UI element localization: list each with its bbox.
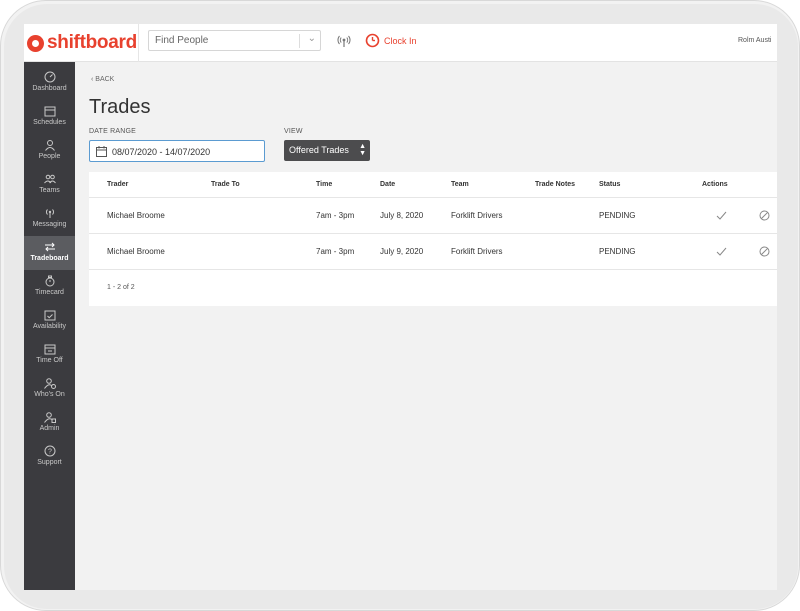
approve-check-icon[interactable] [716, 246, 727, 257]
sidebar-item-label: Who's On [34, 391, 65, 398]
help-icon: ? [44, 445, 55, 457]
chevron-down-icon[interactable]: ⌄ [308, 33, 316, 44]
date-range-input[interactable]: 08/07/2020 - 14/07/2020 [89, 140, 265, 162]
sidebar: Dashboard Schedules People Teams Messagi… [24, 62, 75, 590]
sidebar-item-availability[interactable]: Availability [24, 304, 75, 338]
teams-icon [43, 174, 56, 184]
pagination-summary: 1 - 2 of 2 [107, 284, 135, 291]
person-clock-icon [43, 378, 56, 389]
cell-status: PENDING [599, 247, 636, 256]
date-range-label: DATE RANGE [89, 128, 136, 135]
sidebar-item-label: Teams [39, 187, 60, 194]
cell-status: PENDING [599, 211, 636, 220]
sidebar-item-label: Tradeboard [30, 255, 69, 262]
column-header-trader[interactable]: Trader [107, 181, 128, 188]
swap-icon [44, 242, 55, 252]
admin-icon [43, 412, 56, 423]
shiftboard-logo[interactable]: shiftboard [27, 32, 137, 54]
cell-date: July 9, 2020 [380, 247, 424, 256]
sidebar-item-label: Time Off [36, 357, 63, 364]
calendar-icon [44, 106, 55, 117]
cell-date: July 8, 2020 [380, 211, 424, 220]
sidebar-item-teams[interactable]: Teams [24, 168, 75, 202]
back-label: BACK [95, 76, 115, 83]
clock-in-button[interactable]: Clock In [384, 36, 417, 46]
signal-icon [45, 209, 54, 218]
calendar-icon [44, 344, 55, 355]
column-header-trade-notes[interactable]: Trade Notes [535, 181, 575, 188]
clock-in-icon[interactable] [365, 33, 380, 48]
app-screen: shiftboard Find People ⌄ Clock In Rolm A… [24, 24, 777, 590]
sidebar-item-label: Support [37, 459, 62, 466]
sidebar-item-dashboard[interactable]: Dashboard [24, 66, 75, 100]
sidebar-item-schedules[interactable]: Schedules [24, 100, 75, 134]
calendar-icon [96, 146, 107, 157]
view-select[interactable]: Offered Trades ▲ ▼ [284, 140, 370, 161]
row-divider [89, 233, 777, 234]
back-link[interactable]: ‹ BACK [91, 76, 114, 83]
cell-time: 7am - 3pm [316, 211, 355, 220]
view-label: VIEW [284, 128, 303, 135]
svg-text:?: ? [48, 449, 52, 456]
column-header-date[interactable]: Date [380, 181, 395, 188]
sidebar-item-label: Messaging [32, 221, 67, 228]
sidebar-item-admin[interactable]: Admin [24, 406, 75, 440]
page-title: Trades [89, 96, 151, 118]
user-name[interactable]: Rolm Austi [738, 37, 771, 44]
cell-team: Forklift Drivers [451, 247, 503, 256]
cell-trader: Michael Broome [107, 247, 165, 256]
sidebar-item-time-off[interactable]: Time Off [24, 338, 75, 372]
date-range-value: 08/07/2020 - 14/07/2020 [112, 147, 211, 157]
sidebar-item-people[interactable]: People [24, 134, 75, 168]
sidebar-item-messaging[interactable]: Messaging [24, 202, 75, 236]
signal-icon[interactable] [337, 34, 351, 48]
sidebar-item-label: People [38, 153, 61, 160]
logo-mark-icon [27, 34, 44, 52]
sidebar-item-label: Schedules [33, 119, 66, 126]
decline-ban-icon[interactable] [759, 210, 770, 221]
sidebar-item-label: Dashboard [32, 85, 67, 92]
column-header-actions: Actions [702, 181, 728, 188]
approve-check-icon[interactable] [716, 210, 727, 221]
search-placeholder: Find People [155, 35, 209, 46]
header-divider [138, 24, 139, 62]
column-header-status[interactable]: Status [599, 181, 620, 188]
sidebar-item-tradeboard[interactable]: Tradeboard [24, 236, 75, 270]
stopwatch-icon [45, 275, 54, 287]
trades-table: Trader Trade To Time Date Team Trade Not… [89, 172, 777, 306]
view-select-value: Offered Trades [289, 145, 349, 155]
sidebar-item-whos-on[interactable]: Who's On [24, 372, 75, 406]
calendar-check-icon [44, 310, 55, 321]
column-header-trade-to[interactable]: Trade To [211, 181, 240, 188]
column-header-team[interactable]: Team [451, 181, 469, 188]
cell-trader: Michael Broome [107, 211, 165, 220]
sidebar-item-label: Availability [33, 323, 66, 330]
sidebar-item-label: Timecard [35, 289, 64, 296]
sidebar-item-support[interactable]: ? Support [24, 440, 75, 474]
column-header-time[interactable]: Time [316, 181, 332, 188]
search-separator [299, 34, 300, 48]
row-divider [89, 269, 777, 270]
select-arrows-icon: ▲ ▼ [359, 143, 366, 157]
top-bar: shiftboard Find People ⌄ Clock In Rolm A… [24, 24, 777, 62]
row-divider [89, 197, 777, 198]
person-icon [44, 140, 55, 151]
cell-team: Forklift Drivers [451, 211, 503, 220]
cell-time: 7am - 3pm [316, 247, 355, 256]
find-people-search[interactable]: Find People ⌄ [148, 30, 321, 51]
sidebar-item-timecard[interactable]: Timecard [24, 270, 75, 304]
decline-ban-icon[interactable] [759, 246, 770, 257]
dashboard-icon [44, 71, 55, 83]
sidebar-item-label: Admin [39, 425, 60, 432]
logo-text: shiftboard [47, 32, 137, 53]
